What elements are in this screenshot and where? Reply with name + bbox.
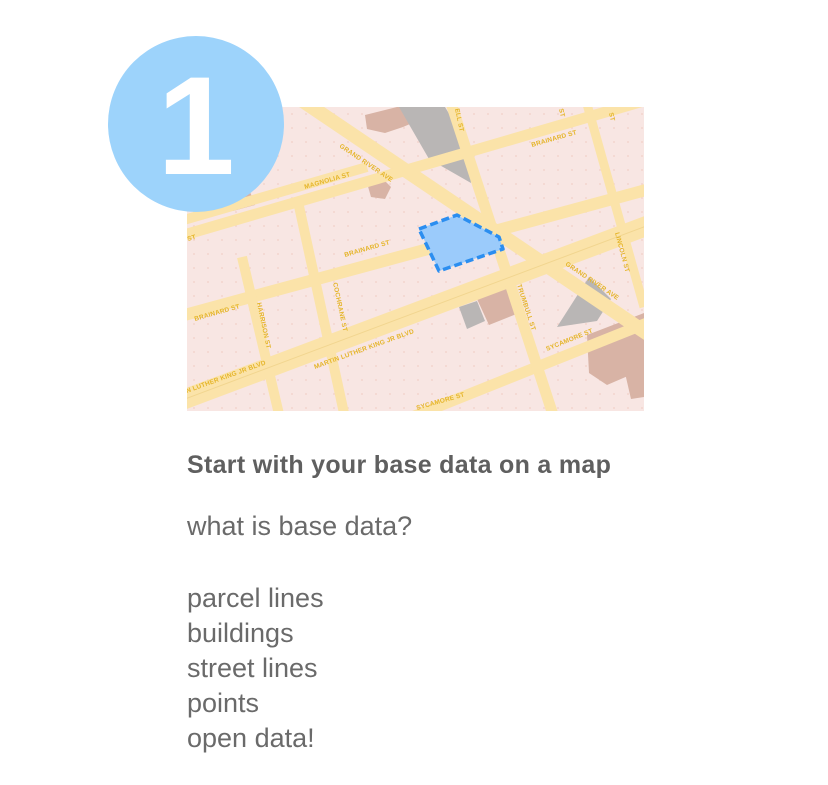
question-text: what is base data? [187, 511, 413, 541]
list-item: open data! [187, 723, 315, 753]
step-number: 1 [157, 47, 235, 204]
step-number-badge: 1 [108, 36, 284, 212]
list-item: points [187, 688, 260, 718]
list-item: buildings [187, 618, 294, 648]
base-data-list: parcel lines buildings street lines poin… [187, 581, 324, 756]
list-item: street lines [187, 653, 318, 683]
section-heading: Start with your base data on a map [187, 451, 612, 479]
list-item: parcel lines [187, 583, 324, 613]
